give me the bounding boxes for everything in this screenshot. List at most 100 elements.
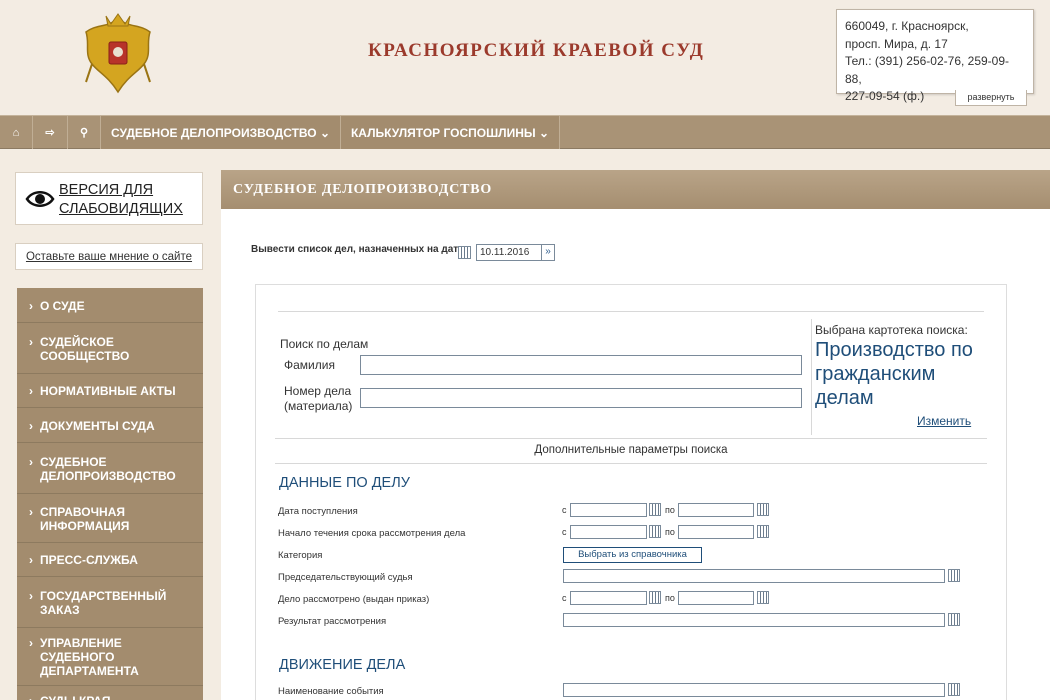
case-number-input[interactable] xyxy=(360,388,802,408)
sidebar-menu-item-label: О СУДЕ xyxy=(40,299,85,313)
sidebar-menu-item[interactable]: › О СУДЕ xyxy=(17,288,203,323)
to-label: по xyxy=(665,505,675,515)
sidebar-menu-item[interactable]: › НОРМАТИВНЫЕ АКТЫ xyxy=(17,374,203,408)
calendar-icon[interactable] xyxy=(458,246,471,259)
result-input[interactable] xyxy=(563,613,945,627)
date-prompt: Вывести список дел, назначенных на дату xyxy=(251,244,464,255)
sidebar-menu-item-label: ДЕЛОПРОИЗВОДСТВО xyxy=(40,469,176,483)
sidebar-menu-item-label: СООБЩЕСТВО xyxy=(40,349,130,363)
site-header: КРАСНОЯРСКИЙ КРАЕВОЙ СУД 660049, г. Крас… xyxy=(0,0,1050,115)
sidebar-menu-item-label: ПРЕСС-СЛУЖБА xyxy=(40,553,138,567)
sidebar-menu-item-label: СПРАВОЧНАЯ xyxy=(40,505,125,519)
event-name-input[interactable] xyxy=(563,683,945,697)
page-title: СУДЕБНОЕ ДЕЛОПРОИЗВОДСТВО xyxy=(221,170,1050,209)
calendar-icon[interactable] xyxy=(757,503,769,516)
judge-label: Председательствующий судья xyxy=(278,572,413,583)
section-case-data: ДАННЫЕ ПО ДЕЛУ xyxy=(279,475,410,491)
chevron-right-icon: › xyxy=(29,419,33,433)
search-icon: ⚲ xyxy=(79,127,89,139)
chevron-right-icon: › xyxy=(29,553,33,567)
considered-label: Дело рассмотрено (выдан приказ) xyxy=(278,594,430,605)
sidebar-menu-item[interactable]: › СПРАВОЧНАЯ ИНФОРМАЦИЯ xyxy=(17,494,203,543)
selected-registry-value: Производство по гражданским делам xyxy=(815,339,973,409)
sidebar-menu-item[interactable]: › СУДЕЙСКОЕ СООБЩЕСТВО xyxy=(17,323,203,374)
nav-home[interactable]: ⌂ xyxy=(0,116,33,149)
contact-expand-button[interactable]: развернуть xyxy=(955,90,1027,106)
divider xyxy=(278,311,984,312)
list-icon[interactable] xyxy=(948,569,960,582)
result-label: Результат рассмотрения xyxy=(278,616,387,627)
sidebar-menu-item-label: ДЕПАРТАМЕНТА xyxy=(40,664,139,678)
go-button[interactable]: » xyxy=(541,244,555,261)
case-number-label-line: Номер дела xyxy=(284,384,352,398)
case-number-label: Номер дела (материала) xyxy=(284,384,352,414)
calendar-icon[interactable] xyxy=(649,591,661,604)
sidebar-menu-item[interactable]: › СУДЕБНОЕ ДЕЛОПРОИЗВОДСТВО xyxy=(17,443,203,494)
nav-login[interactable]: ⇨ xyxy=(33,116,68,149)
divider xyxy=(275,438,987,439)
category-label: Категория xyxy=(278,550,323,561)
sidebar-menu-item[interactable]: › ПРЕСС-СЛУЖБА xyxy=(17,543,203,577)
low-vision-label: ВЕРСИЯ ДЛЯ СЛАБОВИДЯЩИХ xyxy=(59,181,183,219)
to-label: по xyxy=(665,527,675,537)
chevron-right-icon: › xyxy=(29,694,33,700)
sidebar-menu-item-label: ИНФОРМАЦИЯ xyxy=(40,519,130,533)
login-icon: ⇨ xyxy=(45,127,55,139)
calendar-icon[interactable] xyxy=(649,503,661,516)
surname-label: Фамилия xyxy=(284,358,335,372)
review-start-from-input[interactable] xyxy=(570,525,647,539)
calendar-icon[interactable] xyxy=(757,591,769,604)
contact-line: просп. Мира, д. 17 xyxy=(845,36,948,51)
sidebar-menu-item-label: УПРАВЛЕНИЕ xyxy=(40,636,122,650)
change-registry-link[interactable]: Изменить xyxy=(917,414,971,428)
site-title: КРАСНОЯРСКИЙ КРАЕВОЙ СУД xyxy=(368,40,705,61)
review-start-label: Начало течения срока рассмотрения дела xyxy=(278,528,466,539)
nav-item-fee-calculator[interactable]: КАЛЬКУЛЯТОР ГОСПОШЛИНЫ ⌄ xyxy=(341,116,560,149)
extra-params-heading: Дополнительные параметры поиска xyxy=(534,444,728,456)
low-vision-version-link[interactable]: ВЕРСИЯ ДЛЯ СЛАБОВИДЯЩИХ xyxy=(15,172,203,225)
nav-item-court-records[interactable]: СУДЕБНОЕ ДЕЛОПРОИЗВОДСТВО ⌄ xyxy=(101,116,341,149)
chevron-right-icon: › xyxy=(29,636,33,650)
chevron-right-icon: › xyxy=(29,335,33,349)
sidebar-menu: › О СУДЕ › СУДЕЙСКОЕ СООБЩЕСТВО › НОРМАТИВНЫЕ … xyxy=(17,288,203,700)
from-label: с xyxy=(562,505,567,515)
divider xyxy=(275,463,987,464)
calendar-icon[interactable] xyxy=(757,525,769,538)
sidebar-menu-item-label: СУДЕБНОГО xyxy=(40,650,115,664)
list-icon[interactable] xyxy=(948,683,960,696)
nav-search[interactable]: ⚲ xyxy=(68,116,101,149)
event-name-label: Наименование события xyxy=(278,686,384,697)
review-start-to-input[interactable] xyxy=(678,525,754,539)
surname-input[interactable] xyxy=(360,355,802,375)
calendar-icon[interactable] xyxy=(649,525,661,538)
contact-line: 660049, г. Красноярск, xyxy=(845,19,969,33)
list-icon[interactable] xyxy=(948,613,960,626)
judge-input[interactable] xyxy=(563,569,945,583)
sidebar-menu-item-label: СУДЕЙСКОЕ xyxy=(40,335,114,349)
feedback-link[interactable]: Оставьте ваше мнение о сайте xyxy=(15,243,203,270)
receipt-date-to-input[interactable] xyxy=(678,503,754,517)
considered-to-input[interactable] xyxy=(678,591,754,605)
sidebar-menu-item-label: СУДЫ КРАЯ xyxy=(40,694,111,700)
sidebar-menu-item-label: СУДЕБНОЕ xyxy=(40,455,107,469)
sidebar-menu-item[interactable]: › СУДЫ КРАЯ xyxy=(17,686,203,700)
search-title: Поиск по делам xyxy=(280,337,369,351)
sidebar-menu-item-label: ЗАКАЗ xyxy=(40,603,80,617)
date-input[interactable]: 10.11.2016 xyxy=(476,244,542,261)
from-label: с xyxy=(562,593,567,603)
sidebar-menu-item[interactable]: › ДОКУМЕНТЫ СУДА xyxy=(17,408,203,443)
to-label: по xyxy=(665,593,675,603)
coat-of-arms-icon xyxy=(85,13,151,94)
choose-category-button[interactable]: Выбрать из справочника xyxy=(563,547,702,563)
receipt-date-from-input[interactable] xyxy=(570,503,647,517)
low-vision-label-line: СЛАБОВИДЯЩИХ xyxy=(59,201,183,217)
contact-box: 660049, г. Красноярск, просп. Мира, д. 1… xyxy=(836,9,1034,103)
main-nav: ⌂ ⇨ ⚲ СУДЕБНОЕ ДЕЛОПРОИЗВОДСТВО ⌄ КАЛЬКУ… xyxy=(0,115,1050,149)
receipt-date-label: Дата поступления xyxy=(278,506,358,517)
considered-from-input[interactable] xyxy=(570,591,647,605)
sidebar-menu-item[interactable]: › УПРАВЛЕНИЕ СУДЕБНОГО ДЕПАРТАМЕНТА xyxy=(17,628,203,686)
home-icon: ⌂ xyxy=(12,126,20,139)
sidebar-menu-item[interactable]: › ГОСУДАРСТВЕННЫЙ ЗАКАЗ xyxy=(17,577,203,628)
contact-line: Тел.: (391) 256-02-76, 259-09-88, xyxy=(845,54,1010,86)
sidebar-menu-item-label: НОРМАТИВНЫЕ АКТЫ xyxy=(40,384,176,398)
